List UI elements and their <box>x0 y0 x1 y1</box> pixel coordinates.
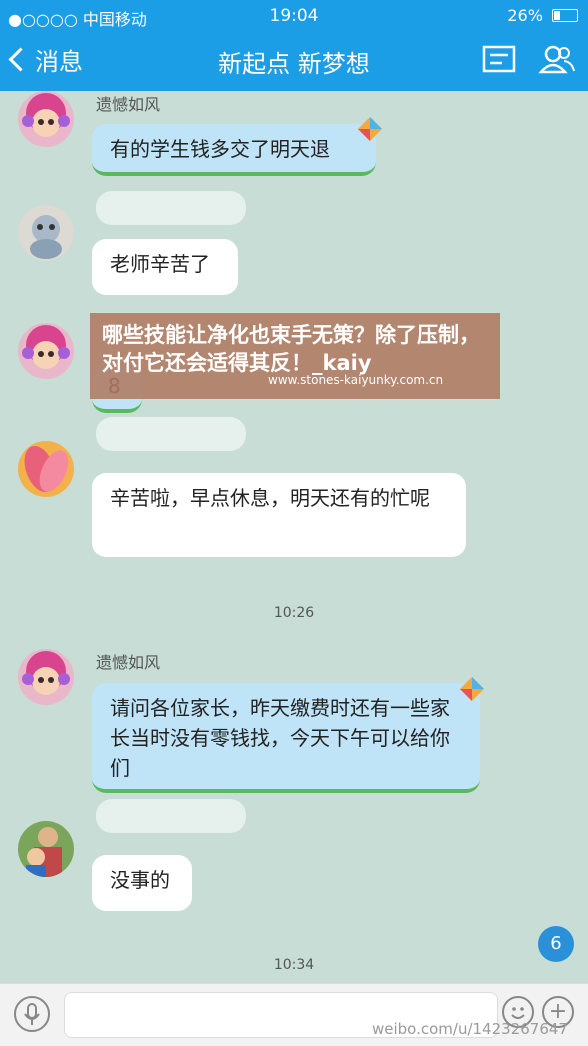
status-bar: ●○○○○ 中国移动 19:04 26% <box>0 0 588 32</box>
battery-icon <box>552 9 578 22</box>
blurred-sender <box>96 191 246 225</box>
nav-bar: 消息 新起点 新梦想 <box>0 32 588 91</box>
announcement-icon[interactable] <box>482 44 516 74</box>
message-bubble[interactable]: 有的学生钱多交了明天退 <box>92 124 376 176</box>
message-bubble[interactable]: 老师辛苦了 <box>92 239 238 295</box>
group-members-icon[interactable] <box>538 44 576 74</box>
status-time: 19:04 <box>269 6 319 26</box>
message-bubble[interactable]: 请问各位家长，昨天缴费时还有一些家长当时没有零钱找，今天下午可以给你们 <box>92 683 480 793</box>
unread-count-badge[interactable]: 6 <box>538 926 574 962</box>
avatar[interactable] <box>18 91 74 147</box>
banner-headline: 哪些技能让净化也束手无策？除了压制，对付它还会适得其反！_kaiy <box>102 323 480 375</box>
watermark: weibo.com/u/1423267647 <box>372 1020 568 1038</box>
status-right: 26% <box>507 6 578 25</box>
avatar[interactable] <box>18 821 74 877</box>
microphone-button[interactable] <box>14 996 50 1032</box>
battery-percent: 26% <box>507 6 543 25</box>
top-bar: ●○○○○ 中国移动 19:04 26% 消息 新起点 新梦想 <box>0 0 588 91</box>
banner-url: www.stones-kaiyunky.com.cn <box>268 373 444 387</box>
sender-name: 遗憾如风 <box>96 653 161 672</box>
message-bubble[interactable]: 没事的 <box>92 855 192 911</box>
kite-icon <box>358 117 382 141</box>
avatar[interactable] <box>18 441 74 497</box>
message-bubble[interactable]: 辛苦啦，早点休息，明天还有的忙呢 <box>92 473 466 557</box>
sender-name: 遗憾如风 <box>96 95 161 114</box>
kite-icon <box>460 677 484 701</box>
avatar[interactable] <box>18 205 74 261</box>
blurred-sender <box>96 799 246 833</box>
ad-banner[interactable]: 哪些技能让净化也束手无策？除了压制，对付它还会适得其反！_kaiy www.st… <box>90 313 500 399</box>
microphone-icon <box>24 1003 40 1025</box>
chat-area[interactable]: 遗憾如风 有的学生钱多交了明天退 老师辛苦了 8 辛苦啦，早点休息，明天还有的忙… <box>0 91 588 983</box>
timestamp: 10:34 <box>273 957 315 973</box>
timestamp: 10:26 <box>273 605 315 621</box>
blurred-sender <box>96 417 246 451</box>
avatar[interactable] <box>18 649 74 705</box>
avatar[interactable] <box>18 323 74 379</box>
